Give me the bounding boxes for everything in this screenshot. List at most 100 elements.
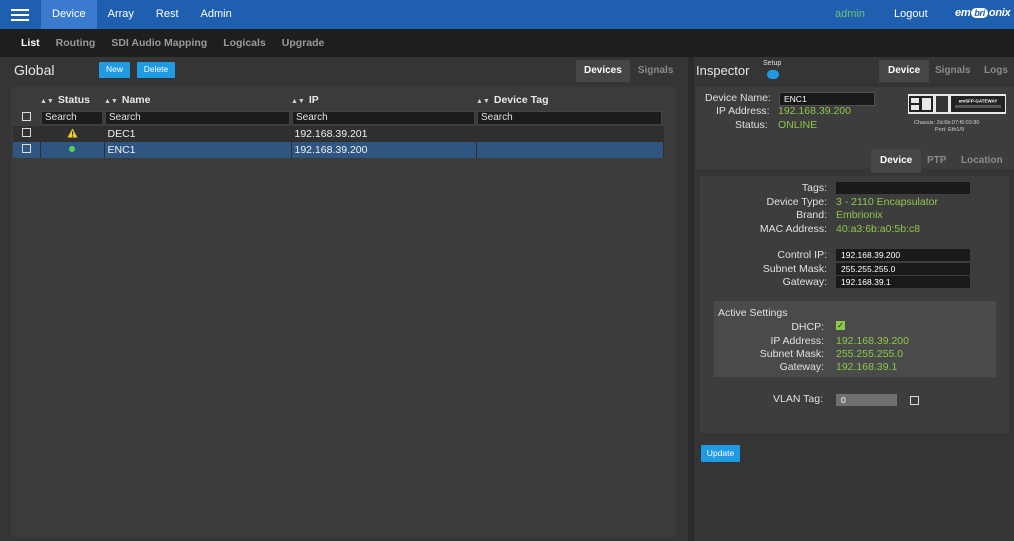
status-value: ONLINE <box>778 119 818 131</box>
subnet-label: Subnet Mask: <box>762 263 827 275</box>
sort-icon: ▲▼ <box>104 97 118 105</box>
ip-address-label: IP Address: <box>716 105 770 117</box>
subnav-sdi-audio-mapping[interactable]: SDI Audio Mapping <box>103 29 215 57</box>
header-ip[interactable]: ▲▼ IP <box>291 90 476 109</box>
device-image-icon: emSFP-GATEWAY <box>908 94 1006 114</box>
brand-value: Embrionix <box>836 209 883 221</box>
subnav-routing[interactable]: Routing <box>48 29 104 57</box>
sort-icon: ▲▼ <box>291 97 305 105</box>
setup-toggle[interactable] <box>767 70 779 79</box>
name-cell: ENC1 <box>104 142 292 158</box>
tag-cell <box>476 126 664 142</box>
subnav-list[interactable]: List <box>13 29 48 57</box>
subtab-device[interactable]: Device <box>871 149 922 173</box>
table-row[interactable]: ENC1 192.168.39.200 <box>13 142 664 158</box>
status-cell <box>40 142 105 158</box>
header-name-label: Name <box>121 93 151 106</box>
tag-cell <box>476 142 664 158</box>
tag-search-input[interactable] <box>477 110 662 125</box>
device-image-label: emSFP-GATEWAY <box>959 99 998 104</box>
ip-address-value: 192.168.39.200 <box>778 105 851 117</box>
vlan-label: VLAN Tag: <box>772 393 823 405</box>
gateway-field[interactable]: 192.168.39.1 <box>836 276 970 288</box>
header-status[interactable]: ▲▼ Status <box>40 90 104 109</box>
nav-array[interactable]: Array <box>97 0 145 29</box>
global-panel: Global New Delete Devices Signals ▲▼ Stat… <box>0 57 688 541</box>
select-all-checkbox[interactable] <box>22 111 31 121</box>
ip-cell: 192.168.39.200 <box>291 142 477 158</box>
row-select-cell <box>13 142 41 158</box>
active-subnet-label: Subnet Mask: <box>759 348 824 360</box>
tag-search-cell <box>476 109 663 126</box>
sort-icon: ▲▼ <box>40 97 54 105</box>
delete-button[interactable]: Delete <box>137 62 175 78</box>
nav-admin[interactable]: Admin <box>190 0 243 29</box>
top-bar: Device Array Rest Admin admin Logout em b… <box>0 0 1014 29</box>
row-checkbox[interactable] <box>21 144 31 153</box>
setup-label: Setup <box>763 60 782 67</box>
name-search-cell <box>104 109 291 126</box>
dhcp-checkbox: ✓ <box>836 321 845 330</box>
brand-label: Brand: <box>796 209 827 221</box>
ip-search-input[interactable] <box>292 110 475 125</box>
header-name[interactable]: ▲▼ Name <box>104 90 291 109</box>
hamburger-menu-icon[interactable] <box>9 6 31 23</box>
nav-rest[interactable]: Rest <box>145 0 190 29</box>
tab-signals[interactable]: Signals <box>630 60 682 82</box>
logo-left: em <box>955 7 971 19</box>
active-ip-label: IP Address: <box>770 335 824 347</box>
device-name-field[interactable]: ENC1 <box>779 92 875 106</box>
control-ip-label: Control IP: <box>777 249 827 261</box>
row-checkbox[interactable] <box>21 128 31 137</box>
online-status-icon <box>69 146 75 152</box>
device-type-value: 3 - 2110 Encapsulator <box>836 196 938 208</box>
active-gateway-label: Gateway: <box>779 361 824 373</box>
vlan-checkbox[interactable] <box>910 396 919 405</box>
warning-icon <box>67 128 77 137</box>
vlan-field[interactable]: 0 <box>836 394 897 406</box>
device-table-area: ▲▼Status ▲▼Name ▲▼IP ▲▼Device Tag DEC1 1… <box>11 87 676 537</box>
active-ip-value: 192.168.39.200 <box>836 335 909 347</box>
control-ip-field[interactable]: 192.168.39.200 <box>836 249 970 261</box>
status-search-cell <box>40 109 104 126</box>
current-user[interactable]: admin <box>835 0 865 29</box>
sort-icon: ▲▼ <box>476 97 490 105</box>
table-row[interactable]: DEC1 192.168.39.201 <box>13 126 664 142</box>
header-ip-label: IP <box>308 93 319 106</box>
gateway-label: Gateway: <box>782 276 827 288</box>
new-button[interactable]: New <box>99 62 130 78</box>
mac-value: 40:a3:6b:a0:5b:c8 <box>836 223 921 235</box>
tags-field[interactable] <box>836 182 970 194</box>
subnet-field[interactable]: 255.255.255.0 <box>836 263 970 275</box>
chassis-text: Chassis: 2d:6b:07:f6:03:80 <box>914 120 980 126</box>
subnav-upgrade[interactable]: Upgrade <box>274 29 333 57</box>
subnav-logicals[interactable]: Logicals <box>215 29 274 57</box>
logo-right: onix <box>988 7 1011 19</box>
update-button[interactable]: Update <box>701 445 740 462</box>
status-cell <box>40 126 105 142</box>
global-title: Global <box>14 62 55 78</box>
logout-link[interactable]: Logout <box>894 0 928 29</box>
active-subnet-value: 255.255.255.0 <box>836 348 904 360</box>
header-device-tag[interactable]: ▲▼ Device Tag <box>476 90 663 109</box>
global-header: Global New Delete Devices Signals <box>0 57 688 83</box>
status-label: Status: <box>735 119 768 131</box>
tab-devices[interactable]: Devices <box>576 60 630 82</box>
mac-label: MAC Address: <box>759 223 827 235</box>
subtab-ptp[interactable]: PTP <box>918 149 955 173</box>
ip-search-cell <box>291 109 476 126</box>
active-settings-title: Active Settings <box>718 307 788 319</box>
active-gateway-value: 192.168.39.1 <box>836 361 898 373</box>
global-tabs: Devices Signals <box>576 60 681 82</box>
status-search-input[interactable] <box>41 110 103 125</box>
inspector-tab-logs[interactable]: Logs <box>975 60 1014 82</box>
select-all-cell <box>13 109 40 126</box>
port-text: Port: Eth1/9 <box>935 127 965 133</box>
inspector-tab-device[interactable]: Device <box>879 60 930 82</box>
dhcp-label: DHCP: <box>791 321 824 333</box>
brand-logo: em bri onix <box>955 7 1011 23</box>
nav-device[interactable]: Device <box>41 0 97 29</box>
subtab-location[interactable]: Location <box>952 149 1012 173</box>
name-search-input[interactable] <box>105 110 290 125</box>
inspector-tab-signals[interactable]: Signals <box>926 60 980 82</box>
